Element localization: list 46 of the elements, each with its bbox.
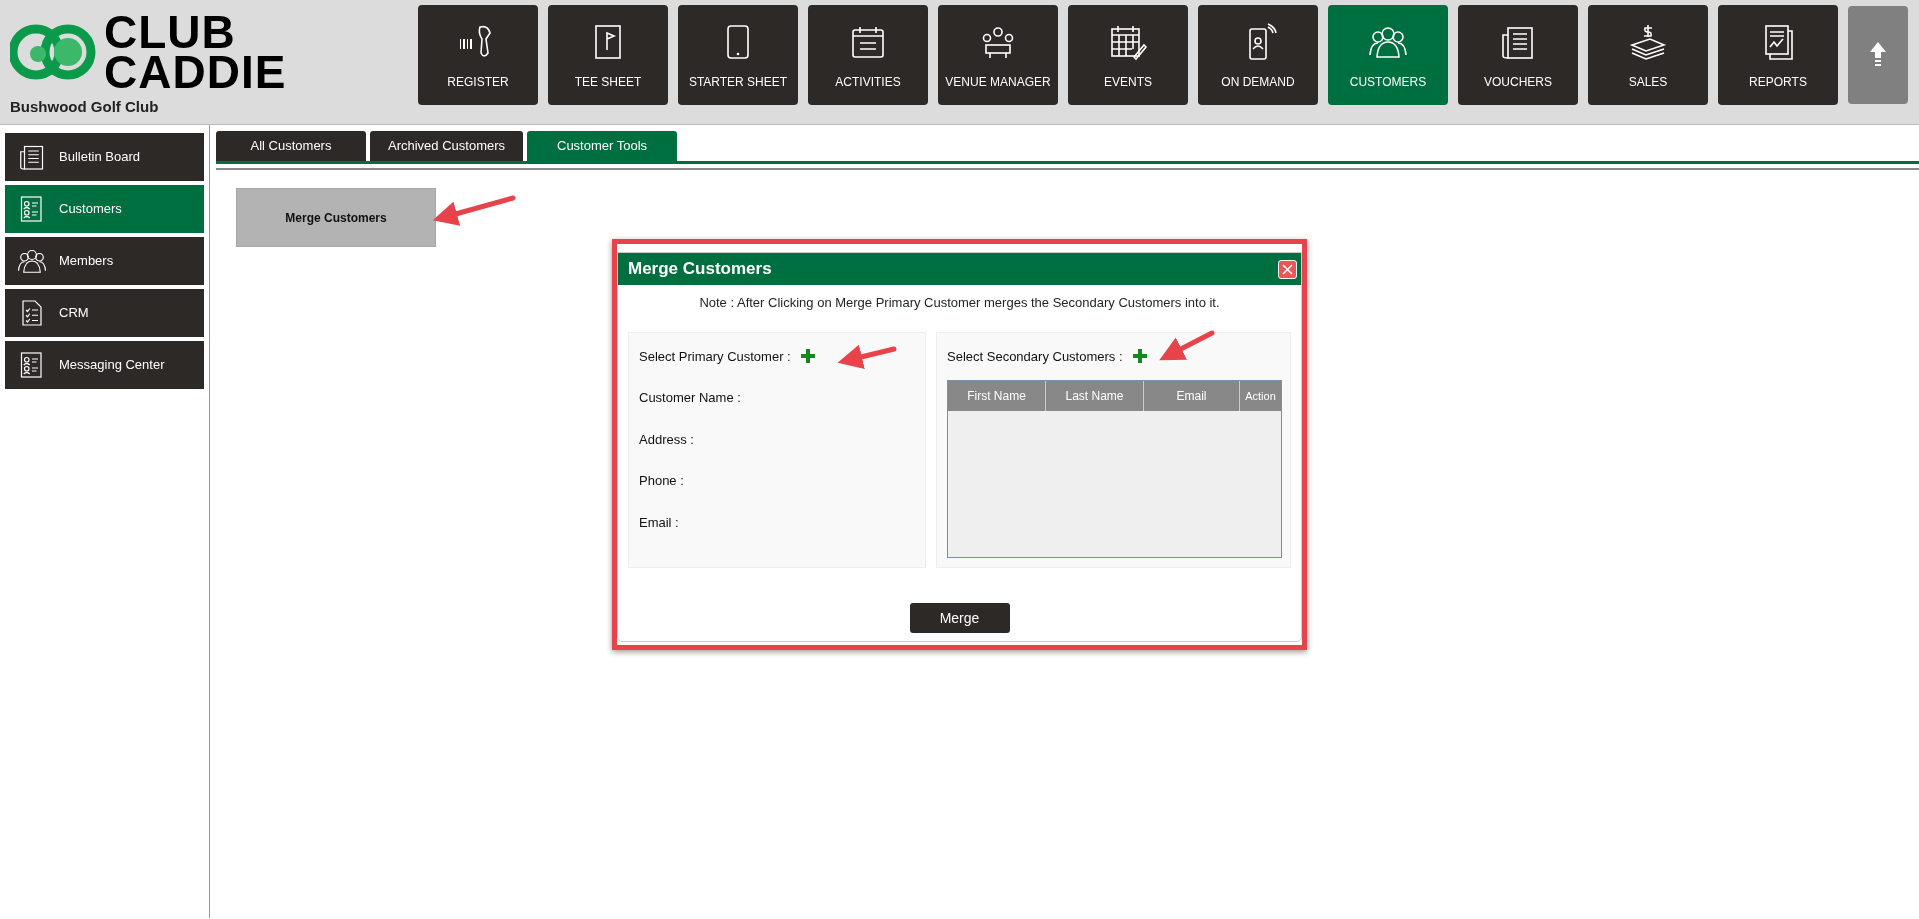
up-arrow-icon [1870,42,1886,68]
tab[interactable]: Archived Customers [370,131,524,161]
nav-button[interactable]: ON DEMAND [1198,5,1318,105]
sidebar-item[interactable]: Messaging Center [5,341,204,391]
logo-text: CLUB [104,12,236,52]
close-icon [1282,263,1293,275]
annotation-arrow [1159,330,1215,361]
nav-button[interactable]: SALES [1588,5,1708,105]
nav-icon [1628,23,1668,61]
column-header: Last Name [1046,381,1144,411]
dialog-title: Merge Customers [628,258,772,281]
sidebar-item[interactable]: CRM [5,289,204,339]
merge-button[interactable]: Merge [909,603,1010,633]
nav-button[interactable]: CUSTOMERS [1328,5,1448,105]
add-icon[interactable] [1132,349,1147,364]
scroll-up-button[interactable] [1848,6,1908,104]
nav-button[interactable]: REPORTS [1718,5,1838,105]
sidebar-item[interactable]: Customers [5,185,204,235]
sidebar-item[interactable]: Bulletin Board [5,133,204,183]
club-name: Bushwood Golf Club [10,97,159,117]
panel-label: Select Primary Customer : [639,347,791,366]
field-label: Email : [639,513,680,532]
nav-button[interactable]: STARTER SHEET [678,5,798,105]
nav-button[interactable]: VENUE MANAGER [938,5,1058,105]
sidebar-item[interactable]: Members [5,237,204,287]
column-header: First Name [948,381,1046,411]
merge-customers-button[interactable]: Merge Customers [236,188,436,247]
column-header: Action [1244,388,1277,404]
annotation-arrow [837,344,897,369]
column-header: Email [1144,381,1240,411]
field-label: Phone : [639,472,685,490]
panel-label: Select Secondary Customers : [947,347,1123,366]
field-label: Customer Name : [639,389,742,407]
field-label: Address : [639,430,695,449]
nav-button[interactable]: TEE SHEET [548,5,668,105]
nav-button[interactable]: VOUCHERS [1458,5,1578,105]
nav-button[interactable]: ACTIVITIES [808,5,928,105]
close-button[interactable] [1278,259,1297,279]
nav-icon [1108,23,1148,61]
logo-text: CADDIE [104,52,287,92]
nav-button[interactable]: EVENTS [1068,5,1188,105]
nav-button[interactable]: REGISTER [418,5,538,105]
tab[interactable]: All Customers [216,131,366,161]
tab[interactable]: Customer Tools [527,131,678,161]
add-icon[interactable] [800,349,815,364]
note-text: Note : After Clicking on Merge Primary Customer merges the Secondary Customers into it. [698,294,1221,312]
